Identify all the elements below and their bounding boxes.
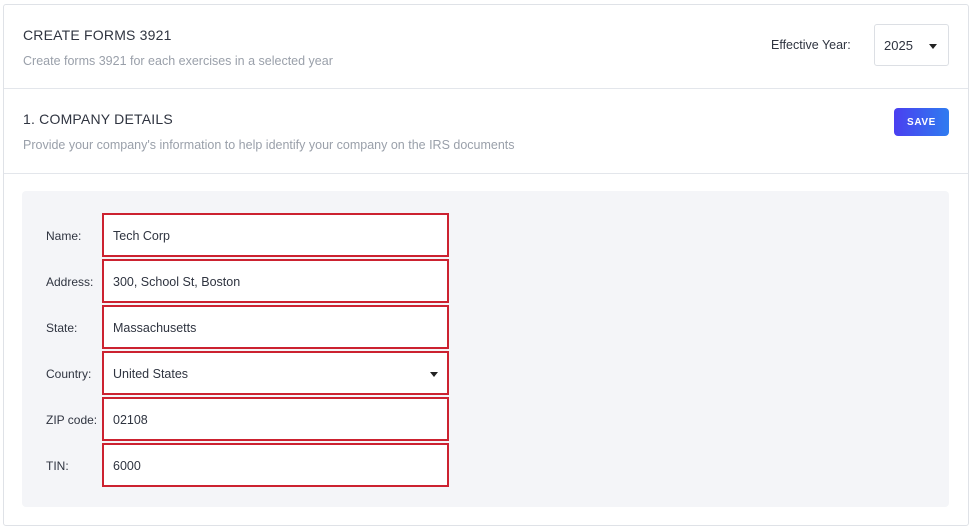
state-label: State: — [46, 321, 78, 335]
create-forms-header: CREATE FORMS 3921 Create forms 3921 for … — [4, 5, 968, 89]
form-row-tin: TIN: 6000 — [22, 443, 462, 487]
country-select[interactable]: United States — [102, 351, 449, 395]
tin-value: 6000 — [113, 459, 141, 473]
page-title: CREATE FORMS 3921 — [23, 27, 172, 43]
form-row-country: Country: United States — [22, 351, 462, 395]
tin-field[interactable]: 6000 — [102, 443, 449, 487]
form-row-zip: ZIP code: 02108 — [22, 397, 462, 441]
zip-field[interactable]: 02108 — [102, 397, 449, 441]
effective-year-label: Effective Year: — [771, 38, 851, 52]
country-value: United States — [113, 367, 189, 381]
form-row-name: Name: Tech Corp — [22, 213, 462, 257]
company-details-header: 1. COMPANY DETAILS Provide your company'… — [4, 89, 968, 174]
effective-year-select[interactable]: 2025 — [874, 24, 949, 66]
save-button[interactable]: SAVE — [894, 108, 949, 136]
zip-label: ZIP code: — [46, 413, 98, 427]
state-value: Massachusetts — [113, 321, 197, 335]
chevron-down-icon — [929, 44, 937, 49]
address-value: 300, School St, Boston — [113, 275, 241, 289]
name-value: Tech Corp — [113, 229, 170, 243]
zip-value: 02108 — [113, 413, 148, 427]
section-title: 1. COMPANY DETAILS — [23, 111, 173, 127]
forms-card: CREATE FORMS 3921 Create forms 3921 for … — [3, 4, 969, 526]
chevron-down-icon — [430, 372, 438, 377]
country-label: Country: — [46, 367, 92, 381]
company-form: Name: Tech Corp Address: 300, School St,… — [22, 191, 949, 507]
form-row-state: State: Massachusetts — [22, 305, 462, 349]
state-field[interactable]: Massachusetts — [102, 305, 449, 349]
tin-label: TIN: — [46, 459, 69, 473]
name-field[interactable]: Tech Corp — [102, 213, 449, 257]
name-label: Name: — [46, 229, 82, 243]
form-row-address: Address: 300, School St, Boston — [22, 259, 462, 303]
section-subtitle: Provide your company's information to he… — [23, 138, 515, 152]
page-subtitle: Create forms 3921 for each exercises in … — [23, 54, 333, 68]
address-label: Address: — [46, 275, 94, 289]
effective-year-value: 2025 — [884, 38, 913, 53]
address-field[interactable]: 300, School St, Boston — [102, 259, 449, 303]
